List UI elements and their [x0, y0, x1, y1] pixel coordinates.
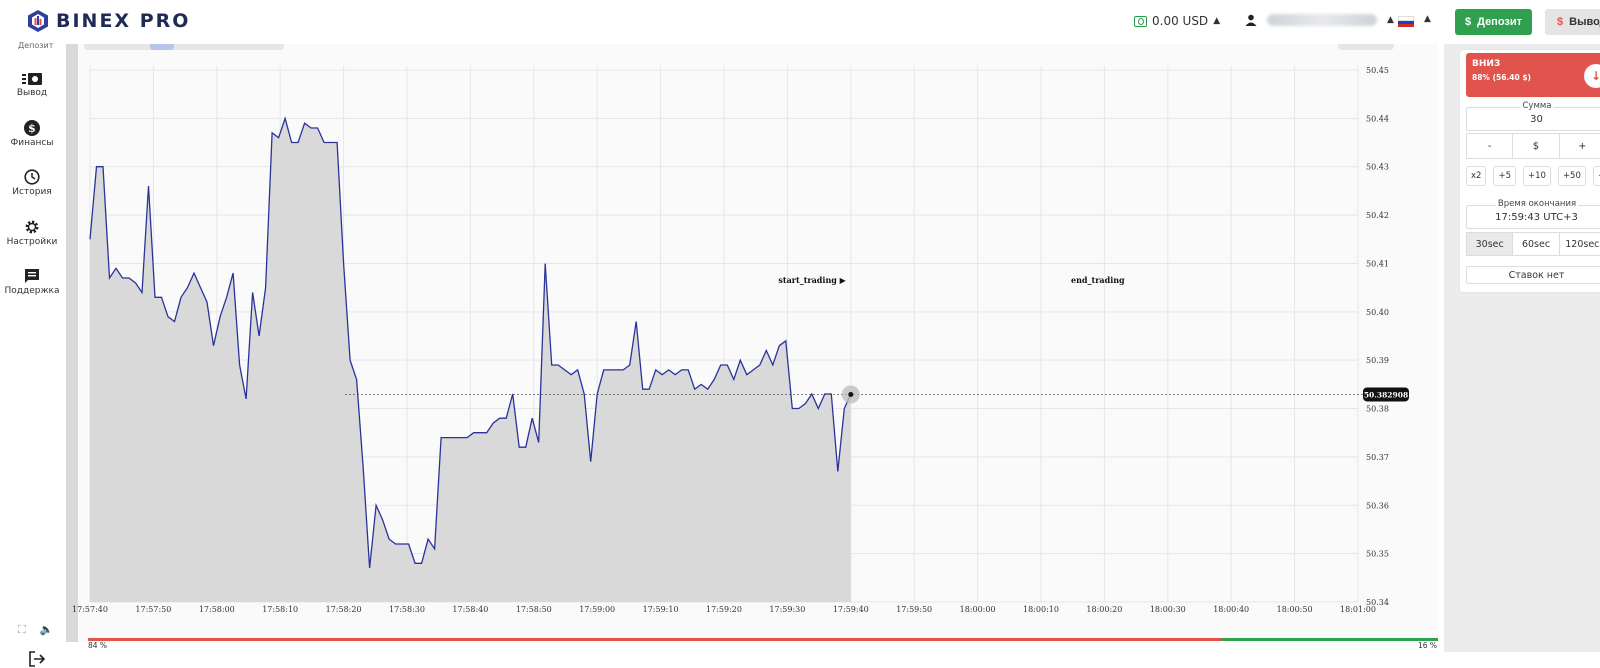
withdraw-button[interactable]: $ Вывод	[1545, 9, 1600, 35]
amount-stepper: - $ +	[1466, 133, 1600, 159]
direction-title: ВНИЗ	[1472, 59, 1501, 69]
y-tick-label: 50.38	[1366, 405, 1389, 414]
start-trading-label: start_trading ▶	[778, 275, 846, 285]
x-tick-label: 17:58:00	[199, 605, 235, 614]
x-tick-label: 18:00:20	[1086, 605, 1122, 614]
current-price-dot	[848, 391, 854, 397]
y-tick-label: 50.39	[1366, 356, 1389, 365]
duration-60sec-button[interactable]: 60sec	[1513, 233, 1560, 255]
deposit-button-label: Депозит	[1477, 16, 1523, 28]
x-tick-label: 17:57:50	[135, 605, 171, 614]
direction-payout: 88% (56.40 $)	[1472, 73, 1531, 82]
y-tick-label: 50.43	[1366, 163, 1389, 172]
multiplier-row: x2 +5 +10 +50 +1	[1466, 166, 1600, 186]
y-tick-label: 50.44	[1366, 114, 1389, 123]
sentiment-down-pct: 84 %	[88, 641, 108, 650]
price-chart[interactable]: 50.4550.4450.4350.4250.4150.4050.3950.38…	[0, 0, 1440, 652]
x-tick-label: 17:58:30	[389, 605, 425, 614]
multiplier-x2-button[interactable]: x2	[1466, 166, 1487, 186]
amount-label: Сумма	[1520, 101, 1554, 111]
amount-field[interactable]: Сумма 30	[1466, 101, 1600, 131]
end-trading-label: end_trading	[1071, 275, 1125, 285]
increase-button[interactable]: +	[1560, 134, 1600, 158]
y-tick-label: 50.41	[1366, 259, 1389, 268]
y-tick-label: 50.45	[1366, 66, 1389, 75]
x-tick-label: 17:59:10	[643, 605, 679, 614]
expiry-label: Время окончания	[1495, 199, 1579, 209]
withdraw-button-label: Вывод	[1569, 16, 1600, 28]
y-tick-label: 50.37	[1366, 453, 1389, 462]
sentiment-up-pct: 16 %	[1418, 641, 1438, 650]
y-tick-label: 50.40	[1366, 308, 1389, 317]
duration-30sec-button[interactable]: 30sec	[1467, 233, 1514, 255]
x-tick-label: 17:59:20	[706, 605, 742, 614]
x-tick-label: 18:01:00	[1340, 605, 1376, 614]
x-tick-label: 18:00:00	[960, 605, 996, 614]
x-tick-label: 17:59:50	[896, 605, 932, 614]
x-tick-label: 17:58:20	[326, 605, 362, 614]
duration-120sec-button[interactable]: 120sec	[1560, 233, 1600, 255]
logout-icon[interactable]	[28, 650, 46, 668]
arrow-down-icon[interactable]: ↓	[1584, 64, 1600, 88]
x-tick-label: 17:59:00	[579, 605, 615, 614]
x-tick-label: 18:00:10	[1023, 605, 1059, 614]
trade-panel: ВНИЗ 88% (56.40 $) ↓ Сумма 30 - $ + x2 +…	[1460, 50, 1600, 292]
deposit-button[interactable]: $ Депозит	[1455, 9, 1532, 35]
y-tick-label: 50.36	[1366, 501, 1389, 510]
direction-down-card[interactable]: ВНИЗ 88% (56.40 $) ↓	[1466, 53, 1600, 97]
add-5-button[interactable]: +5	[1493, 166, 1516, 186]
add-10-button[interactable]: +10	[1522, 166, 1551, 186]
duration-selector: 30sec 60sec 120sec	[1466, 232, 1600, 256]
y-axis-labels: 50.45 50.44 50.43 50.42 50.41 50.40 50.39 50.38…	[1366, 66, 1389, 607]
expiry-field[interactable]: Время окончания 17:59:43 UTC+3	[1466, 199, 1600, 229]
y-tick-label: 50.42	[1366, 211, 1389, 220]
x-axis-labels: 17:57:40 17:57:50 17:58:00 17:58:10 17:58:20…	[72, 605, 1376, 614]
x-tick-label: 18:00:30	[1150, 605, 1186, 614]
x-tick-label: 18:00:50	[1277, 605, 1313, 614]
x-tick-label: 17:58:50	[516, 605, 552, 614]
dollar-icon: $	[1557, 16, 1564, 28]
add-100-button[interactable]: +1	[1592, 166, 1600, 186]
x-tick-label: 17:58:40	[452, 605, 488, 614]
expiry-value: 17:59:43 UTC+3	[1495, 212, 1578, 223]
chart-annotations: 50.382908 start_trading ▶ end_trading	[345, 275, 1409, 404]
no-bets-status: Ставок нет	[1466, 266, 1600, 284]
x-tick-label: 17:57:40	[72, 605, 108, 614]
dollar-icon: $	[1464, 16, 1472, 28]
sentiment-bar	[88, 638, 1438, 641]
x-tick-label: 17:59:40	[833, 605, 869, 614]
x-tick-label: 17:59:30	[769, 605, 805, 614]
x-tick-label: 18:00:40	[1213, 605, 1249, 614]
y-tick-label: 50.35	[1366, 550, 1389, 559]
amount-value[interactable]: 30	[1467, 114, 1600, 125]
currency-button[interactable]: $	[1513, 134, 1560, 158]
current-price-label: 50.382908	[1364, 390, 1408, 399]
sentiment-bar-up	[1222, 638, 1438, 641]
add-50-button[interactable]: +50	[1557, 166, 1586, 186]
decrease-button[interactable]: -	[1467, 134, 1514, 158]
x-tick-label: 17:58:10	[262, 605, 298, 614]
